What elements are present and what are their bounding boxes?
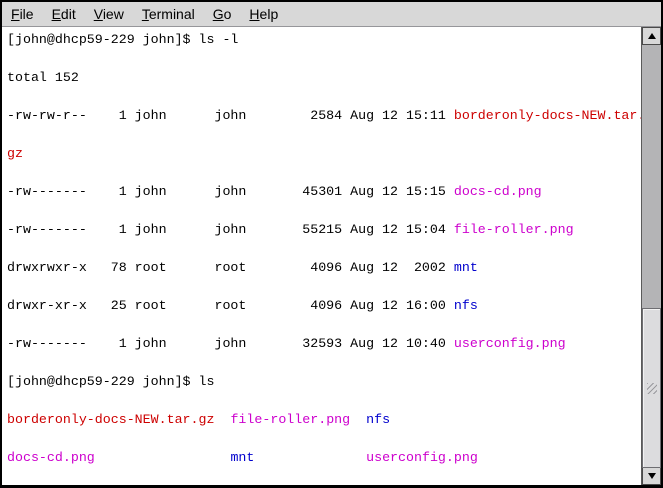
menu-terminal[interactable]: Terminal <box>133 4 204 24</box>
filename-image: userconfig.png <box>366 450 478 465</box>
dirname: mnt <box>230 450 254 465</box>
file-row: -rw------- 1 john john 55215 Aug 12 15:0… <box>7 220 641 239</box>
scroll-down-icon <box>648 473 656 479</box>
file-row-wrap: gz <box>7 144 641 163</box>
dirname: nfs <box>454 298 478 313</box>
filename-image: file-roller.png <box>230 412 350 427</box>
menu-help[interactable]: Help <box>240 4 287 24</box>
file-row: -rw------- 1 john john 32593 Aug 12 10:4… <box>7 334 641 353</box>
prompt-line: [john@dhcp59-229 john]$ ls -l <box>7 30 641 49</box>
menu-view[interactable]: View <box>85 4 133 24</box>
terminal-window: File Edit View Terminal Go Help [john@dh… <box>0 0 663 488</box>
terminal-screen[interactable]: [john@dhcp59-229 john]$ ls -l total 152 … <box>2 27 641 485</box>
spacer <box>350 412 366 427</box>
menu-go[interactable]: Go <box>204 4 241 24</box>
dirname: mnt <box>454 260 478 275</box>
filename-image: file-roller.png <box>454 222 574 237</box>
file-row: drwxrwxr-x 78 root root 4096 Aug 12 2002… <box>7 258 641 277</box>
ls-output-row: borderonly-docs-NEW.tar.gz file-roller.p… <box>7 410 641 429</box>
menu-edit[interactable]: Edit <box>43 4 85 24</box>
spacer <box>95 450 231 465</box>
menubar: File Edit View Terminal Go Help <box>2 2 661 27</box>
scrollbar[interactable] <box>641 27 661 485</box>
file-attrs: -rw------- 1 john john 55215 Aug 12 15:0… <box>7 222 454 237</box>
file-row: drwxr-xr-x 25 root root 4096 Aug 12 16:0… <box>7 296 641 315</box>
filename-image: userconfig.png <box>454 336 566 351</box>
filename-archive: borderonly-docs-NEW.tar.gz <box>7 412 214 427</box>
terminal-content: [john@dhcp59-229 john]$ ls -l total 152 … <box>2 27 661 485</box>
file-attrs: -rw------- 1 john john 45301 Aug 12 15:1… <box>7 184 454 199</box>
prompt-line: [john@dhcp59-229 john]$ ls <box>7 372 641 391</box>
file-row: -rw-rw-r-- 1 john john 2584 Aug 12 15:11… <box>7 106 641 125</box>
file-attrs: -rw------- 1 john john 32593 Aug 12 10:4… <box>7 336 454 351</box>
scroll-up-icon <box>648 33 656 39</box>
filename-archive: borderonly-docs-NEW.tar. <box>454 108 641 123</box>
file-attrs: -rw-rw-r-- 1 john john 2584 Aug 12 15:11 <box>7 108 454 123</box>
file-attrs: drwxr-xr-x 25 root root 4096 Aug 12 16:0… <box>7 298 454 313</box>
scrollbar-trough[interactable] <box>642 45 661 467</box>
spacer <box>254 450 366 465</box>
scroll-up-button[interactable] <box>642 27 661 45</box>
dirname: nfs <box>366 412 390 427</box>
terminal-line: total 152 <box>7 68 641 87</box>
scroll-down-button[interactable] <box>642 467 661 485</box>
filename-image: docs-cd.png <box>454 184 542 199</box>
spacer <box>214 412 230 427</box>
total-line: total 152 <box>7 70 79 85</box>
ls-output-row: docs-cd.png mnt userconfig.png <box>7 448 641 467</box>
command-ls: [john@dhcp59-229 john]$ ls <box>7 374 214 389</box>
scrollbar-thumb[interactable] <box>642 308 661 468</box>
command-ls-l: [john@dhcp59-229 john]$ ls -l <box>7 32 238 47</box>
filename-archive-wrapped: gz <box>7 146 23 161</box>
file-attrs: drwxrwxr-x 78 root root 4096 Aug 12 2002 <box>7 260 454 275</box>
menu-file[interactable]: File <box>2 4 43 24</box>
scrollbar-grip-icon <box>647 383 657 394</box>
file-row: -rw------- 1 john john 45301 Aug 12 15:1… <box>7 182 641 201</box>
filename-image: docs-cd.png <box>7 450 95 465</box>
